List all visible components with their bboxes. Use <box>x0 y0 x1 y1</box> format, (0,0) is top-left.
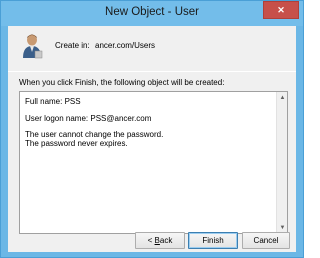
vertical-scrollbar[interactable]: ▲ ▼ <box>276 92 287 233</box>
user-icon <box>23 34 43 59</box>
summary-logon-name: User logon name: PSS@ancer.com <box>25 114 152 123</box>
dialog-body: Create in: ancer.com/Users When you clic… <box>8 26 296 252</box>
cancel-button[interactable]: Cancel <box>242 232 290 249</box>
close-icon: ✕ <box>277 4 285 15</box>
create-in-path: ancer.com/Users <box>95 41 156 50</box>
window-title: New Object - User <box>105 6 199 18</box>
summary-password-expiry: The password never expires. <box>25 139 128 148</box>
close-button[interactable]: ✕ <box>263 1 299 19</box>
back-button[interactable]: < Back <box>135 232 185 249</box>
finish-button[interactable]: Finish <box>188 232 238 249</box>
summary-full-name: Full name: PSS <box>25 97 81 106</box>
scroll-up-arrow-icon[interactable]: ▲ <box>277 92 288 103</box>
back-button-prefix: < <box>147 236 155 245</box>
cancel-button-label: Cancel <box>253 236 279 245</box>
title-bar[interactable]: New Object - User ✕ <box>1 1 303 26</box>
create-in-label: Create in: <box>55 41 90 50</box>
new-object-user-dialog: New Object - User ✕ Create in: ancer.com… <box>0 0 304 258</box>
header-divider <box>8 71 296 72</box>
summary-password-change: The user cannot change the password. <box>25 130 164 139</box>
summary-textbox[interactable]: Full name: PSS User logon name: PSS@ance… <box>19 91 288 234</box>
intro-text: When you click Finish, the following obj… <box>19 78 225 87</box>
back-button-rest: ack <box>159 236 173 245</box>
header-area: Create in: ancer.com/Users <box>8 26 296 70</box>
finish-button-label: Finish <box>202 236 224 245</box>
